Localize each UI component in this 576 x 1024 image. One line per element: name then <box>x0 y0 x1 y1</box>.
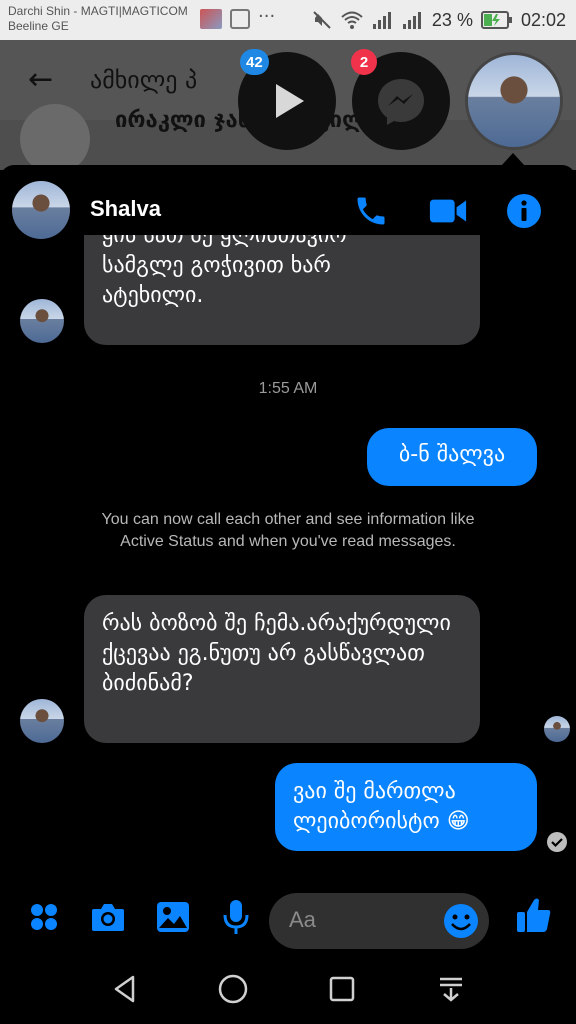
nav-recents-icon[interactable] <box>322 969 362 1009</box>
more-options-icon[interactable] <box>26 899 62 935</box>
contact-avatar[interactable] <box>12 181 70 239</box>
sender-avatar <box>20 299 64 343</box>
delivered-check-icon <box>547 832 567 852</box>
nav-notifications-icon[interactable] <box>431 969 471 1009</box>
contact-chathead-photo <box>468 55 560 147</box>
status-bar: Darchi Shin - MAGTI|MAGTICOM Beeline GE … <box>0 0 576 40</box>
carrier-line-2: Beeline GE <box>8 19 69 33</box>
chat-panel: Shalva ყის სათ შე ყლისთავიო სამგლე გოჭივ… <box>0 165 576 953</box>
composer: Aa <box>0 875 576 953</box>
sender-avatar <box>20 699 64 743</box>
message-input-placeholder: Aa <box>289 907 316 932</box>
battery-percent: 23 % <box>431 9 473 30</box>
active-status-notice: You can now call each other and see info… <box>101 511 475 550</box>
video-call-icon[interactable] <box>428 191 468 231</box>
info-icon[interactable] <box>504 191 544 231</box>
background-avatar <box>20 104 90 174</box>
contact-chathead[interactable] <box>465 52 563 150</box>
video-badge: 42 <box>240 49 269 75</box>
seen-avatar <box>544 716 570 742</box>
battery-charging-icon <box>480 11 512 29</box>
message-timestamp: 1:55 AM <box>258 380 318 397</box>
message-outgoing-1[interactable]: ბ-ნ შალვა <box>367 428 537 486</box>
notification-thumbnail-icon <box>200 9 222 29</box>
mute-icon <box>313 11 331 29</box>
message-text: რას ბოზობ შე ჩემა.არაქურდული ქცევაა ეგ.ნ… <box>102 611 451 696</box>
like-thumb-icon[interactable] <box>514 895 554 935</box>
status-icons: 23 % 02:02 <box>312 8 566 32</box>
message-incoming-2[interactable]: რას ბოზობ შე ჩემა.არაქურდული ქცევაა ეგ.ნ… <box>84 595 480 743</box>
message-text: სამგლე გოჭივით ხარ <box>102 253 331 278</box>
message-outgoing-2[interactable]: ვაი შე მართლა ლეიბორისტო 😁 <box>275 763 537 851</box>
signal-icon-1 <box>372 12 391 29</box>
carrier-info: Darchi Shin - MAGTI|MAGTICOM Beeline GE <box>8 4 188 34</box>
signal-icon-2 <box>402 12 421 29</box>
phone-call-icon[interactable] <box>351 191 391 231</box>
wifi-icon <box>341 11 363 29</box>
background-title: ამხილე პ <box>90 66 198 94</box>
message-text: ატეხილი. <box>102 283 204 308</box>
message-text-partial: ყის სათ შე ყლისთავიო <box>102 235 347 248</box>
clock: 02:02 <box>520 9 566 30</box>
play-icon <box>276 84 304 118</box>
message-input[interactable]: Aa <box>269 893 489 949</box>
message-incoming-1[interactable]: ყის სათ შე ყლისთავიო სამგლე გოჭივით ხარ … <box>84 235 480 345</box>
nav-back-icon[interactable] <box>105 969 145 1009</box>
android-nav-bar <box>0 953 576 1024</box>
microphone-icon[interactable] <box>218 899 254 935</box>
message-text: ვაი შე მართლა ლეიბორისტო 😁 <box>293 779 470 834</box>
emoji-icon[interactable] <box>443 903 479 939</box>
carrier-line-1: Darchi Shin - MAGTI|MAGTICOM <box>8 4 188 18</box>
back-arrow-icon: ← <box>28 62 54 97</box>
gallery-notification-icon <box>230 9 250 29</box>
messenger-badge: 2 <box>351 49 377 75</box>
more-notifications-icon: ··· <box>258 6 276 27</box>
gallery-icon[interactable] <box>155 899 191 935</box>
camera-icon[interactable] <box>90 899 126 935</box>
contact-name[interactable]: Shalva <box>90 196 161 222</box>
messenger-icon <box>378 79 424 125</box>
nav-home-icon[interactable] <box>213 969 253 1009</box>
message-text: ბ-ნ შალვა <box>398 442 506 467</box>
